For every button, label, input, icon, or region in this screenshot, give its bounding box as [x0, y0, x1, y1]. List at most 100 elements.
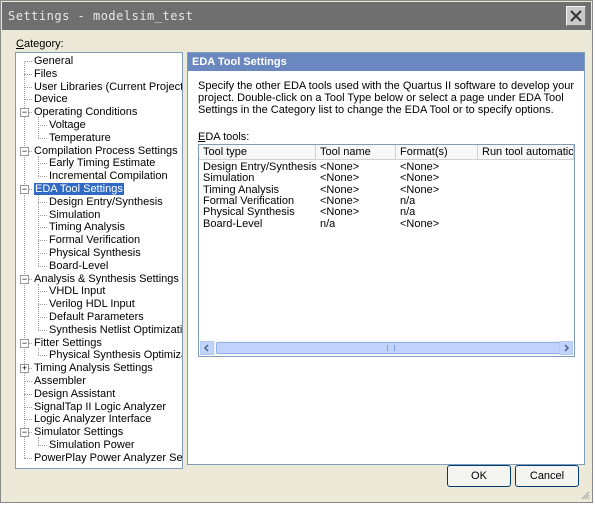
- eda-tools-label: EDA tools:: [198, 131, 250, 143]
- collapse-icon[interactable]: −: [20, 274, 29, 284]
- category-item[interactable]: Operating Conditions: [34, 106, 137, 119]
- horizontal-scrollbar[interactable]: [200, 341, 573, 355]
- category-tree[interactable]: General Files User Libraries (Current Proj…: [15, 52, 183, 469]
- ok-button[interactable]: OK: [447, 465, 511, 487]
- category-item[interactable]: VHDL Input: [49, 285, 105, 298]
- category-item[interactable]: Incremental Compilation: [49, 170, 168, 183]
- table-row[interactable]: Design Entry/Synthesis <None> <None>: [199, 162, 574, 173]
- column-header[interactable]: Tool name: [316, 145, 396, 160]
- category-item-label: EDA Tool Settings: [34, 183, 124, 195]
- close-button[interactable]: [566, 6, 586, 26]
- scroll-right-button[interactable]: [559, 341, 573, 355]
- chevron-right-icon: [564, 344, 570, 352]
- category-item[interactable]: Device: [34, 93, 68, 106]
- collapse-icon[interactable]: −: [20, 428, 29, 438]
- column-header[interactable]: Format(s): [396, 145, 478, 160]
- chevron-left-icon: [203, 344, 209, 352]
- collapse-icon[interactable]: −: [20, 146, 29, 156]
- category-item-label: Analysis & Synthesis Settings: [34, 272, 179, 285]
- category-item-label: Files: [34, 67, 58, 80]
- category-item-label: SignalTap II Logic Analyzer: [34, 400, 167, 413]
- table-cell: <None>: [320, 172, 360, 185]
- category-item[interactable]: Simulation Power: [49, 439, 135, 452]
- category-item[interactable]: Physical Synthesis: [49, 247, 141, 260]
- window-title: Settings - modelsim_test: [8, 9, 194, 23]
- category-item-label: Compilation Process Settings: [34, 144, 178, 157]
- category-item-label: Operating Conditions: [34, 106, 138, 119]
- category-item-label: Device: [34, 93, 68, 106]
- category-item[interactable]: Design Entry/Synthesis: [49, 196, 163, 209]
- category-item[interactable]: EDA Tool Settings: [34, 183, 124, 196]
- scroll-left-button[interactable]: [200, 341, 214, 355]
- category-item-label: Verilog HDL Input: [49, 298, 135, 311]
- category-item-label: Simulation: [49, 208, 101, 221]
- category-item-label: Default Parameters: [49, 311, 144, 323]
- table-cell: [478, 196, 482, 207]
- category-item[interactable]: PowerPlay Power Analyzer Settings: [34, 452, 182, 465]
- collapse-icon[interactable]: −: [20, 108, 29, 118]
- category-item[interactable]: General: [34, 55, 73, 68]
- category-item-label: Voltage: [49, 119, 86, 131]
- category-item[interactable]: Files: [34, 68, 57, 81]
- table-cell: <None>: [320, 183, 360, 196]
- table-row[interactable]: Physical Synthesis <None> n/a: [199, 207, 574, 218]
- panel-title: EDA Tool Settings: [192, 56, 287, 68]
- eda-tools-grid[interactable]: Tool type Tool name Format(s) Run tool auto…: [198, 144, 575, 357]
- table-cell: [478, 162, 482, 173]
- table-cell: Physical Synthesis: [203, 206, 295, 219]
- category-item[interactable]: Timing Analysis Settings: [34, 362, 153, 375]
- category-item-label: Assembler: [34, 375, 86, 387]
- category-item[interactable]: Fitter Settings: [34, 337, 102, 350]
- category-item[interactable]: Voltage: [49, 119, 86, 132]
- category-item-label: Physical Synthesis Optimizations: [49, 349, 182, 362]
- category-item[interactable]: Compilation Process Settings: [34, 145, 178, 158]
- category-item-label: Formal Verification: [49, 234, 141, 247]
- category-item[interactable]: SignalTap II Logic Analyzer: [34, 401, 166, 414]
- category-item-label: Logic Analyzer Interface: [34, 413, 152, 426]
- category-item[interactable]: Temperature: [49, 132, 111, 145]
- category-item-label: Timing Analysis Settings: [34, 362, 153, 375]
- category-item[interactable]: Board-Level: [49, 260, 108, 273]
- column-header[interactable]: Run tool automatically: [478, 145, 574, 160]
- category-item[interactable]: Timing Analysis: [49, 221, 125, 234]
- category-item[interactable]: Physical Synthesis Optimizations: [49, 349, 182, 362]
- category-item[interactable]: User Libraries (Current Project): [34, 80, 183, 94]
- category-item[interactable]: Verilog HDL Input: [49, 298, 135, 311]
- collapse-icon[interactable]: −: [20, 338, 29, 348]
- category-item-label: User Libraries (Current Project): [34, 80, 183, 93]
- table-cell: [478, 185, 482, 196]
- table-cell: <None>: [320, 206, 360, 219]
- expand-icon[interactable]: +: [20, 364, 29, 374]
- category-item-label: Simulation Power: [49, 439, 135, 451]
- title-bar[interactable]: Settings - modelsim_test: [2, 2, 591, 30]
- cancel-button[interactable]: Cancel: [515, 465, 579, 487]
- category-item-label: General: [34, 55, 74, 67]
- table-row[interactable]: Board-Level n/a <None>: [199, 218, 574, 230]
- category-item-label: Simulator Settings: [34, 426, 124, 439]
- category-item[interactable]: Default Parameters: [49, 311, 144, 324]
- table-cell: <None>: [400, 183, 440, 196]
- table-cell: <None>: [400, 172, 440, 185]
- eda-tool-settings-panel: EDA Tool Settings Specify the other EDA …: [187, 52, 585, 465]
- category-item[interactable]: Simulation: [49, 209, 100, 222]
- table-row[interactable]: Timing Analysis <None> <None>: [199, 183, 574, 196]
- category-item[interactable]: Formal Verification: [49, 234, 140, 247]
- category-item[interactable]: Analysis & Synthesis Settings: [34, 273, 179, 286]
- column-header[interactable]: Tool type: [199, 145, 316, 160]
- table-cell: [478, 219, 482, 230]
- category-item[interactable]: Assembler: [34, 375, 86, 388]
- table-cell: [478, 207, 482, 218]
- resize-grip-icon[interactable]: [580, 490, 590, 500]
- table-row[interactable]: Simulation <None> <None>: [199, 173, 574, 184]
- collapse-icon[interactable]: −: [20, 185, 29, 194]
- table-cell: n/a: [400, 206, 416, 219]
- category-item[interactable]: Early Timing Estimate: [49, 157, 155, 170]
- category-item[interactable]: Design Assistant: [34, 388, 115, 401]
- category-item[interactable]: Simulator Settings: [34, 426, 123, 439]
- close-icon: [570, 10, 582, 22]
- grid-header: Tool type Tool name Format(s) Run tool auto…: [199, 145, 574, 160]
- scroll-thumb[interactable]: [216, 342, 562, 354]
- category-item[interactable]: Logic Analyzer Interface: [34, 413, 151, 426]
- category-item-label: VHDL Input: [49, 285, 106, 298]
- category-item[interactable]: Synthesis Netlist Optimizations: [49, 324, 182, 337]
